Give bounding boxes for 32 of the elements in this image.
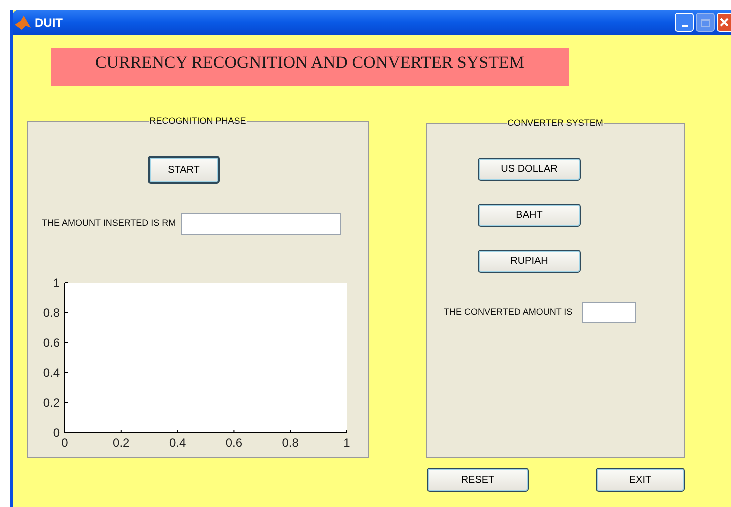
action-button[interactable]: RESET: [427, 468, 529, 492]
x-tick-label: 0.2: [113, 436, 130, 450]
amount-label: THE AMOUNT INSERTED IS RM: [42, 217, 176, 230]
minimize-button[interactable]: [675, 13, 694, 32]
panel-title: CONVERTER SYSTEM: [506, 118, 604, 128]
y-tick-label: 1: [53, 276, 60, 290]
panel-title: RECOGNITION PHASE: [148, 116, 248, 126]
start-button[interactable]: START: [148, 156, 220, 184]
minimize-icon: [682, 25, 688, 27]
y-tick-label: 0.6: [43, 336, 60, 350]
maximize-button[interactable]: [696, 13, 715, 32]
x-tick-label: 0.6: [226, 436, 243, 450]
close-icon: [720, 18, 729, 27]
amount-field[interactable]: [181, 213, 342, 235]
x-tick-label: 0.4: [169, 436, 186, 450]
currency-button[interactable]: RUPIAH: [478, 250, 581, 273]
y-tick-label: 0.8: [43, 306, 60, 320]
close-button[interactable]: [717, 13, 731, 32]
converted-amount-label: THE CONVERTED AMOUNT IS: [444, 306, 573, 319]
y-tick-label: 0.2: [43, 396, 60, 410]
window-title: DUIT: [35, 14, 63, 32]
action-button[interactable]: EXIT: [596, 468, 685, 492]
y-tick-label: 0: [53, 426, 60, 440]
x-tick-label: 1: [344, 436, 350, 450]
maximize-icon: [701, 18, 710, 26]
x-tick-label: 0: [62, 436, 68, 450]
converted-amount-field[interactable]: [582, 302, 636, 323]
x-tick-label: 0.8: [282, 436, 299, 450]
currency-button[interactable]: US DOLLAR: [478, 158, 581, 181]
y-tick-label: 0.4: [43, 366, 60, 380]
title-banner: CURRENCY RECOGNITION AND CONVERTER SYSTEM: [51, 48, 569, 86]
currency-button[interactable]: BAHT: [478, 204, 581, 227]
